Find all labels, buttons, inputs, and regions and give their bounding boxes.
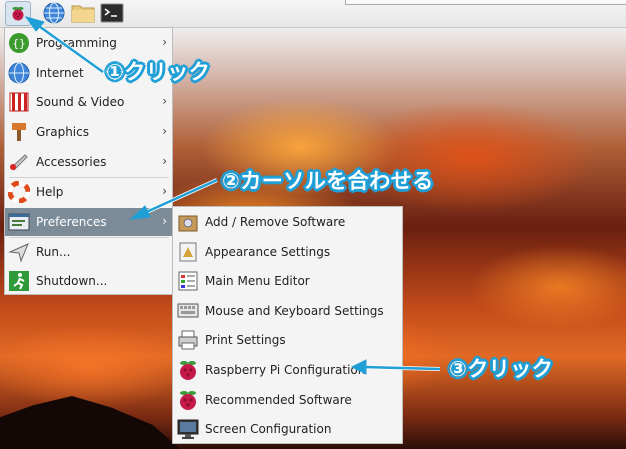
menu-item-programming[interactable]: {} Programming › xyxy=(5,29,172,57)
mouse-keyboard-icon xyxy=(177,300,199,322)
menu-item-preferences[interactable]: Preferences › xyxy=(5,208,172,236)
submenu-arrow-icon: › xyxy=(162,94,167,108)
menu-item-label: Internet xyxy=(36,66,84,80)
submenu-item-appearance-settings[interactable]: Appearance Settings xyxy=(173,237,402,266)
raspberry-menu-button[interactable] xyxy=(5,1,31,26)
preferences-submenu: Add / Remove Software Appearance Setting… xyxy=(172,206,403,444)
annotation-step1: ①クリック xyxy=(106,60,211,84)
run-icon xyxy=(8,241,30,263)
submenu-item-label: Appearance Settings xyxy=(205,244,331,259)
menu-item-label: Programming xyxy=(36,36,117,50)
annotation-step3: ③クリック xyxy=(449,357,554,381)
package-icon xyxy=(177,211,199,233)
menu-item-sound-video[interactable]: Sound & Video › xyxy=(5,88,172,116)
submenu-item-label: Mouse and Keyboard Settings xyxy=(205,303,384,318)
globe-icon xyxy=(8,62,30,84)
submenu-arrow-icon: › xyxy=(162,214,167,228)
menu-item-accessories[interactable]: Accessories › xyxy=(5,148,172,176)
menu-item-label: Run... xyxy=(36,245,71,259)
svg-text:{}: {} xyxy=(12,37,25,50)
graphics-brush-icon xyxy=(8,121,30,143)
submenu-item-label: Print Settings xyxy=(205,332,286,347)
menu-item-graphics[interactable]: Graphics › xyxy=(5,118,172,146)
submenu-item-main-menu-editor[interactable]: Main Menu Editor xyxy=(173,266,402,295)
menu-item-label: Accessories xyxy=(36,155,107,169)
submenu-item-label: Recommended Software xyxy=(205,392,352,407)
raspberry-icon xyxy=(177,389,199,411)
printer-icon xyxy=(177,329,199,351)
folder-icon xyxy=(71,5,95,23)
preferences-icon xyxy=(8,211,30,233)
top-panel xyxy=(0,0,626,28)
menu-item-shutdown[interactable]: Shutdown... xyxy=(5,267,172,295)
menu-item-label: Help xyxy=(36,185,64,199)
globe-icon xyxy=(43,2,65,24)
submenu-arrow-icon: › xyxy=(162,154,167,168)
raspberry-icon xyxy=(177,359,199,381)
monitor-icon xyxy=(177,418,199,440)
submenu-arrow-icon: › xyxy=(162,124,167,138)
window-edge xyxy=(345,0,626,5)
menu-item-label: Graphics xyxy=(36,125,89,139)
submenu-item-label: Raspberry Pi Configuration xyxy=(205,362,366,377)
submenu-item-recommended-software[interactable]: Recommended Software xyxy=(173,385,402,414)
submenu-item-label: Screen Configuration xyxy=(205,421,332,436)
submenu-item-screen-configuration[interactable]: Screen Configuration xyxy=(173,414,402,443)
menu-editor-icon xyxy=(177,270,199,292)
web-browser-button[interactable] xyxy=(43,2,65,24)
submenu-item-label: Main Menu Editor xyxy=(205,273,310,288)
submenu-item-print-settings[interactable]: Print Settings xyxy=(173,325,402,354)
appearance-icon xyxy=(177,241,199,263)
menu-item-label: Shutdown... xyxy=(36,274,108,288)
sound-video-icon xyxy=(8,91,30,113)
help-lifebuoy-icon xyxy=(7,180,31,204)
submenu-arrow-icon: › xyxy=(162,184,167,198)
submenu-arrow-icon: › xyxy=(162,35,167,49)
accessories-knife-icon xyxy=(8,151,30,173)
terminal-button[interactable] xyxy=(100,2,124,24)
annotation-step2: ②カーソルを合わせる xyxy=(222,169,434,193)
submenu-item-mouse-keyboard-settings[interactable]: Mouse and Keyboard Settings xyxy=(173,296,402,325)
menu-item-help[interactable]: Help › xyxy=(5,178,172,206)
shutdown-exit-icon xyxy=(8,270,30,292)
submenu-item-label: Add / Remove Software xyxy=(205,214,346,229)
menu-item-label: Sound & Video xyxy=(36,95,125,109)
file-manager-button[interactable] xyxy=(71,2,95,24)
menu-item-label: Preferences xyxy=(36,215,107,229)
submenu-item-raspberry-pi-configuration[interactable]: Raspberry Pi Configuration xyxy=(173,355,402,384)
programming-icon: {} xyxy=(8,32,30,54)
submenu-item-add-remove-software[interactable]: Add / Remove Software xyxy=(173,207,402,236)
menu-item-run[interactable]: Run... xyxy=(5,238,172,266)
terminal-icon xyxy=(100,3,124,23)
raspberry-icon xyxy=(12,6,24,21)
